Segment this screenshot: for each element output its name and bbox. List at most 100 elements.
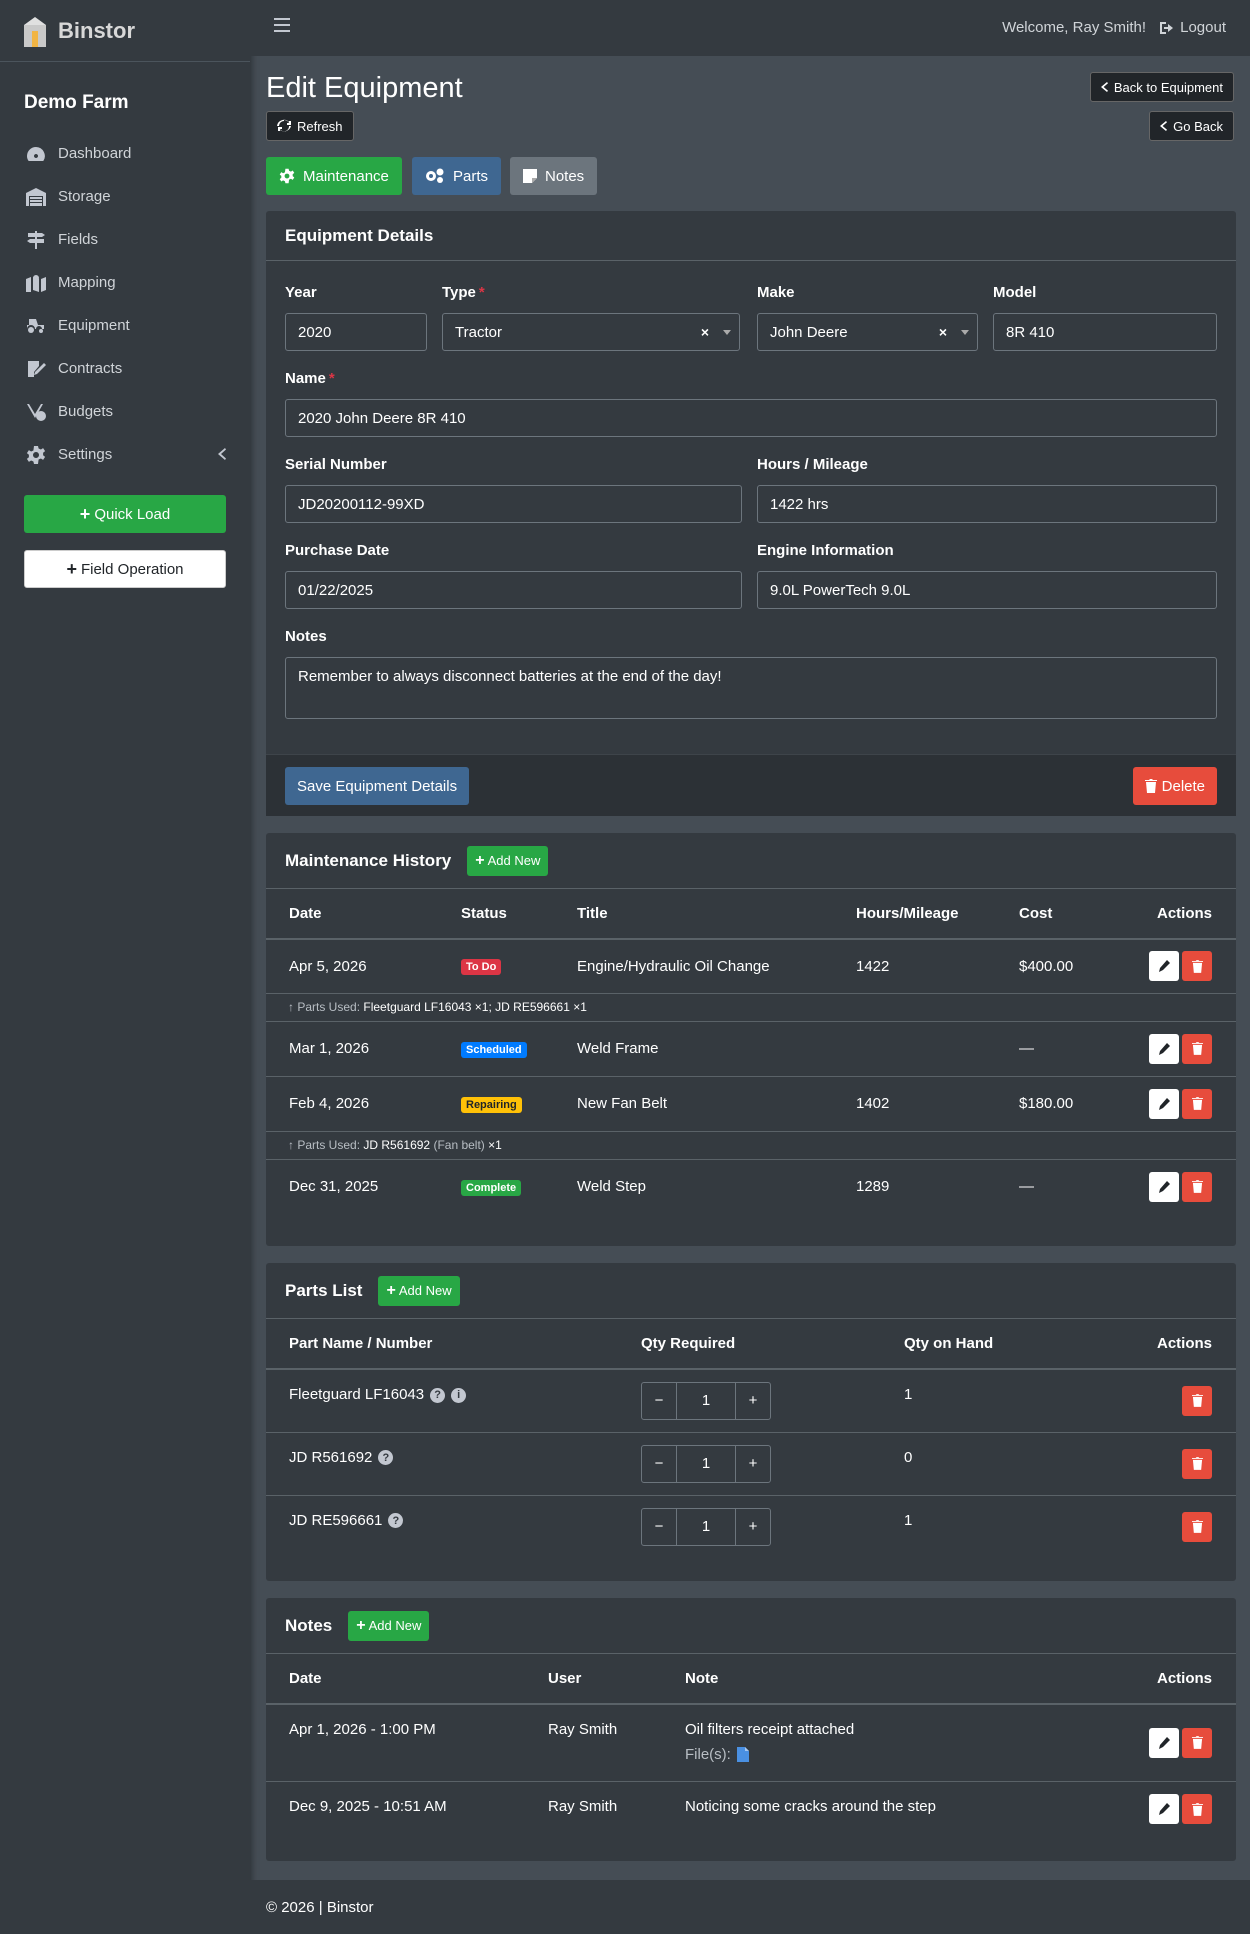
actions-cell xyxy=(1081,1368,1236,1432)
delete-button[interactable] xyxy=(1182,1727,1212,1758)
table-row: Feb 4, 2026 Repairing New Fan Belt 1402 … xyxy=(266,1075,1236,1131)
refresh-button[interactable]: Refresh xyxy=(266,111,354,141)
required-mark: * xyxy=(478,284,485,301)
delete-equipment-button[interactable]: Delete xyxy=(1132,767,1217,805)
go-back-button[interactable]: Go Back xyxy=(1149,111,1234,141)
add-note-button[interactable]: + Add New xyxy=(348,1610,430,1641)
delete-label: Delete xyxy=(1161,777,1205,795)
edit-button[interactable] xyxy=(1149,1088,1179,1119)
info-circle-icon[interactable]: i xyxy=(451,1387,467,1403)
question-circle-icon[interactable]: ? xyxy=(388,1513,404,1529)
actions-cell xyxy=(1081,1494,1236,1558)
serial-number-input[interactable]: JD20200112-99XD xyxy=(285,485,742,523)
type-select[interactable]: Tractor × xyxy=(442,313,740,351)
sidebar-item-budgets[interactable]: Budgets xyxy=(0,390,250,433)
engine-information-input[interactable]: 9.0L PowerTech 9.0L xyxy=(757,571,1217,609)
qty-on-hand-cell: 0 xyxy=(881,1431,1081,1495)
delete-button[interactable] xyxy=(1182,1033,1212,1064)
status-badge: Complete xyxy=(461,1179,522,1196)
delete-button[interactable] xyxy=(1182,1794,1212,1825)
logout-link[interactable]: Logout xyxy=(1159,19,1226,36)
actions-cell xyxy=(1106,938,1236,993)
decrement-button[interactable]: − xyxy=(642,1383,676,1419)
clear-icon[interactable]: × xyxy=(939,324,947,340)
quantity-input[interactable]: 1 xyxy=(676,1382,736,1419)
contract-icon xyxy=(28,360,46,377)
plus-icon: + xyxy=(386,1281,396,1299)
tab-parts[interactable]: Parts xyxy=(412,157,502,195)
save-equipment-button[interactable]: Save Equipment Details xyxy=(285,767,470,805)
hamburger-menu-icon[interactable] xyxy=(274,18,290,32)
hours-cell: 1402 xyxy=(833,1075,996,1131)
decrement-button[interactable]: − xyxy=(642,1509,676,1545)
sidebar-item-mapping[interactable]: Mapping xyxy=(0,261,250,304)
brand[interactable]: Binstor xyxy=(0,0,250,62)
sidebar-item-fields[interactable]: Fields xyxy=(0,218,250,261)
back-to-equipment-button[interactable]: Back to Equipment xyxy=(1089,72,1234,102)
add-maintenance-button[interactable]: + Add New xyxy=(467,845,549,876)
name-value: 2020 John Deere 8R 410 xyxy=(298,409,466,427)
edit-button[interactable] xyxy=(1149,1794,1179,1825)
parts-used-value: Fleetguard LF16043 ×1; JD RE596661 ×1 xyxy=(363,1000,587,1014)
question-circle-icon[interactable]: ? xyxy=(430,1387,446,1403)
notes-textarea[interactable]: Remember to always disconnect batteries … xyxy=(285,657,1217,719)
delete-button[interactable] xyxy=(1182,1511,1212,1542)
edit-button[interactable] xyxy=(1149,1171,1179,1202)
sidebar-item-equipment[interactable]: Equipment xyxy=(0,304,250,347)
edit-button[interactable] xyxy=(1149,1033,1179,1064)
parts-used-label: Parts Used: xyxy=(297,1000,361,1014)
caret-down-icon[interactable] xyxy=(723,330,731,335)
budget-icon xyxy=(27,403,46,421)
files-label: File(s): xyxy=(685,1746,731,1763)
column-header: Actions xyxy=(1081,1319,1236,1370)
increment-button[interactable]: + xyxy=(736,1446,770,1482)
model-input[interactable]: 8R 410 xyxy=(993,313,1217,351)
sidebar-item-storage[interactable]: Storage xyxy=(0,175,250,218)
question-circle-icon[interactable]: ? xyxy=(378,1450,394,1466)
table-row: Dec 31, 2025 Complete Weld Step 1289 — xyxy=(266,1158,1236,1214)
quantity-input[interactable]: 1 xyxy=(676,1445,736,1482)
trash-icon xyxy=(1191,1180,1203,1194)
delete-button[interactable] xyxy=(1182,951,1212,982)
make-select[interactable]: John Deere × xyxy=(757,313,978,351)
decrement-button[interactable]: − xyxy=(642,1446,676,1482)
cost-cell: — xyxy=(996,1158,1106,1214)
year-input[interactable]: 2020 xyxy=(285,313,427,351)
increment-button[interactable]: + xyxy=(736,1383,770,1419)
file-icon[interactable] xyxy=(736,1747,749,1762)
qty-required-cell: −1 + xyxy=(618,1494,881,1558)
tab-parts-label: Parts xyxy=(453,167,489,185)
hours-mileage-input[interactable]: 1422 hrs xyxy=(757,485,1217,523)
edit-button[interactable] xyxy=(1149,1727,1179,1758)
welcome-text: Welcome, Ray Smith! xyxy=(1002,19,1146,36)
tab-notes[interactable]: Notes xyxy=(510,157,598,195)
date-cell: Apr 5, 2026 xyxy=(266,938,438,993)
quantity-input[interactable]: 1 xyxy=(676,1508,736,1545)
logout-icon xyxy=(1160,21,1174,34)
delete-button[interactable] xyxy=(1182,1385,1212,1416)
column-header: Cost xyxy=(996,889,1106,940)
chevron-left-icon[interactable] xyxy=(218,448,226,460)
delete-button[interactable] xyxy=(1182,1088,1212,1119)
edit-button[interactable] xyxy=(1149,951,1179,982)
add-part-button[interactable]: + Add New xyxy=(378,1275,460,1306)
sidebar-item-dashboard[interactable]: Dashboard xyxy=(0,132,250,175)
tab-maintenance[interactable]: Maintenance xyxy=(266,157,402,195)
sidebar-item-settings[interactable]: Settings xyxy=(0,433,250,476)
clear-icon[interactable]: × xyxy=(701,324,709,340)
status-cell: Complete xyxy=(438,1158,554,1214)
sidebar-item-contracts[interactable]: Contracts xyxy=(0,347,250,390)
status-cell: Scheduled xyxy=(438,1020,554,1076)
name-input[interactable]: 2020 John Deere 8R 410 xyxy=(285,399,1217,437)
purchase-date-input[interactable]: 01/22/2025 xyxy=(285,571,742,609)
increment-button[interactable]: + xyxy=(736,1509,770,1545)
footer-text: © 2026 | Binstor xyxy=(266,1898,374,1916)
field-operation-button[interactable]: + Field Operation xyxy=(24,550,226,588)
sidebar-item-label: Settings xyxy=(58,446,113,463)
caret-down-icon[interactable] xyxy=(961,330,969,335)
delete-button[interactable] xyxy=(1182,1171,1212,1202)
delete-button[interactable] xyxy=(1182,1448,1212,1479)
sidebar-item-label: Fields xyxy=(58,231,99,248)
status-badge: Scheduled xyxy=(461,1041,527,1058)
quick-load-button[interactable]: + Quick Load xyxy=(24,495,226,533)
